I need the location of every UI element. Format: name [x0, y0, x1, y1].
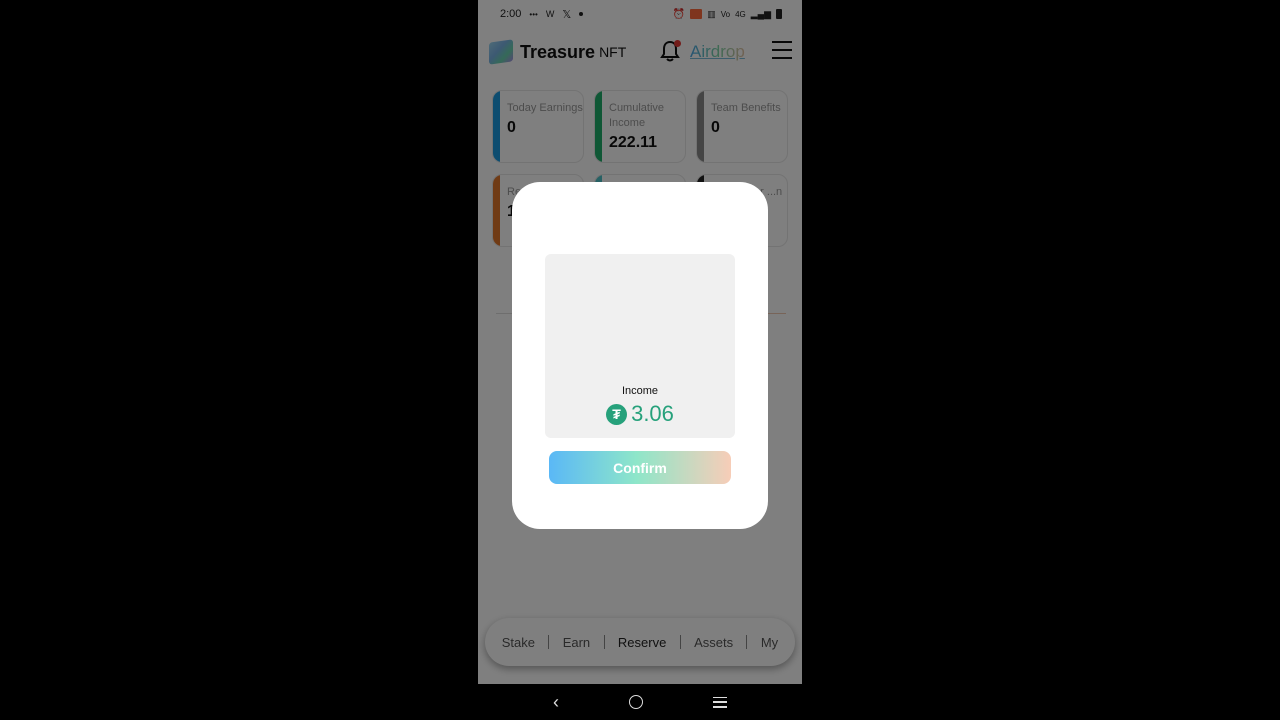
phone-screen: 2:00 ••• W 𝕏 ⏰ ▥ Vo 4G ▂▄▆ Treasure NFT …	[478, 0, 802, 720]
recent-apps-icon[interactable]	[713, 696, 727, 708]
confirm-button[interactable]: Confirm	[549, 451, 731, 484]
home-icon[interactable]	[629, 695, 643, 709]
income-amount: ₮ 3.06	[545, 401, 735, 427]
back-icon[interactable]: ‹	[553, 692, 559, 713]
income-value: 3.06	[631, 401, 674, 426]
income-modal: Income ₮ 3.06 Confirm	[512, 182, 768, 529]
income-panel: Income ₮ 3.06	[545, 254, 735, 438]
income-label: Income	[621, 385, 659, 397]
tether-icon: ₮	[606, 403, 628, 425]
system-nav-bar: ‹	[478, 684, 802, 720]
